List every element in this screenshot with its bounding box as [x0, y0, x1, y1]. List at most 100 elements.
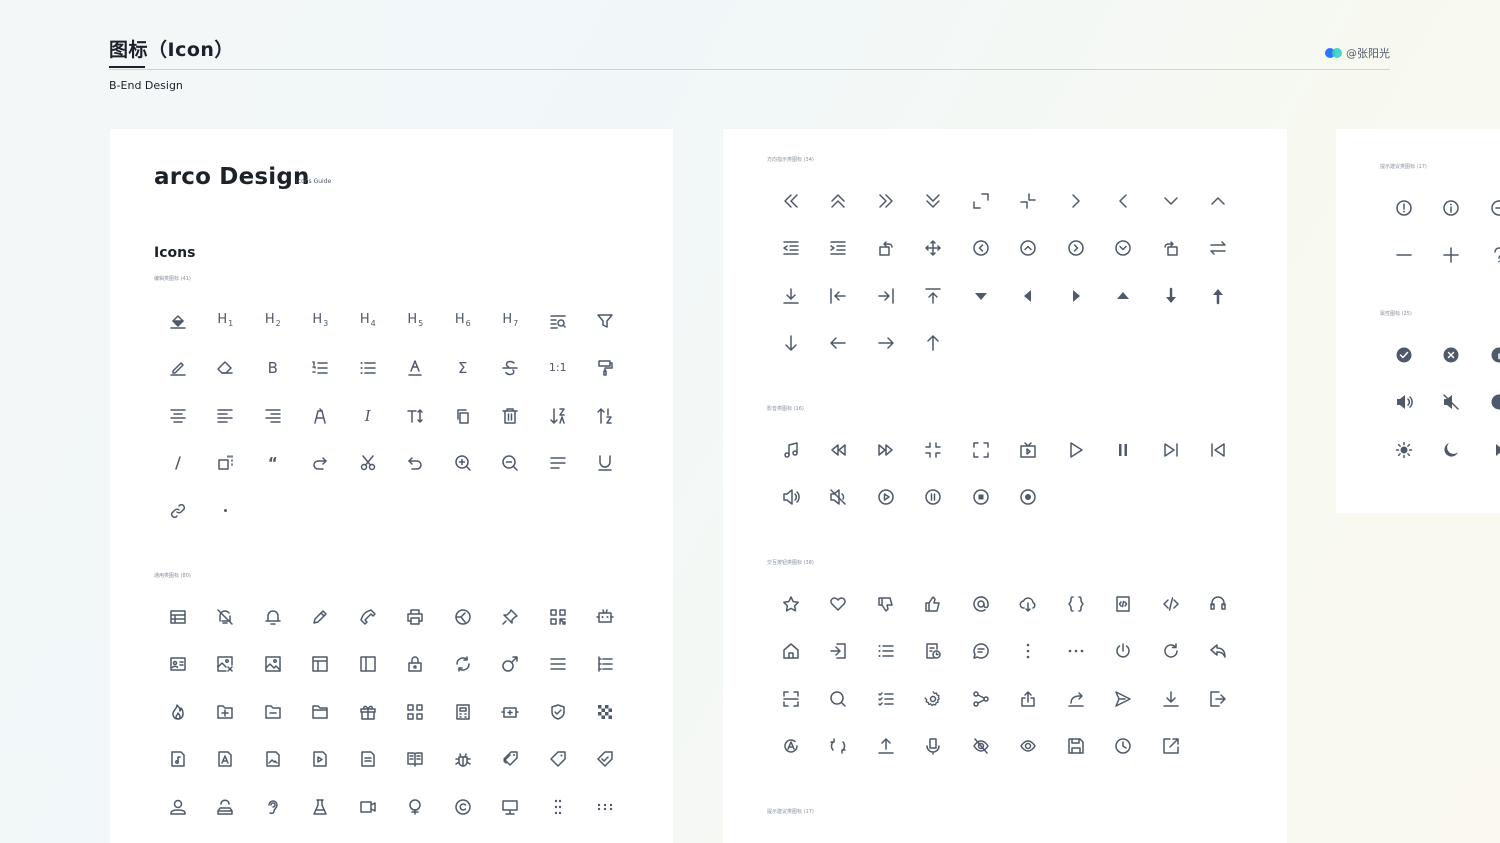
h2-icon[interactable]: H2 — [264, 312, 282, 330]
robot-add-icon[interactable] — [501, 703, 519, 721]
menu-unfold-icon[interactable] — [829, 239, 847, 257]
strikethrough-icon[interactable] — [501, 359, 519, 377]
lock-icon[interactable] — [406, 655, 424, 673]
message-icon[interactable] — [972, 642, 990, 660]
h5-icon[interactable]: H5 — [406, 312, 424, 330]
apps-icon[interactable] — [406, 703, 424, 721]
ear-icon[interactable] — [264, 798, 282, 816]
layout-icon[interactable] — [311, 655, 329, 673]
user-group-icon[interactable] — [216, 798, 234, 816]
home-icon[interactable] — [782, 642, 800, 660]
robot-icon[interactable] — [596, 608, 614, 626]
ordered-list-alt-icon[interactable] — [596, 655, 614, 673]
h4-icon[interactable]: H4 — [359, 312, 377, 330]
eye-invisible-icon[interactable] — [972, 737, 990, 755]
copyright-icon[interactable] — [454, 798, 472, 816]
oblique-line-icon[interactable] — [169, 454, 187, 472]
launch-icon[interactable] — [1162, 737, 1180, 755]
mute-fill-icon[interactable] — [1442, 393, 1460, 411]
folder-delete-icon[interactable] — [264, 703, 282, 721]
arrow-left-icon[interactable] — [829, 334, 847, 352]
underline-icon[interactable] — [596, 454, 614, 472]
eraser-icon[interactable] — [216, 359, 234, 377]
stop-circle-icon[interactable] — [972, 488, 990, 506]
sort-ascending-icon[interactable] — [549, 407, 567, 425]
code-square-icon[interactable] — [1114, 595, 1132, 613]
down-circle-icon[interactable] — [1114, 239, 1132, 257]
right-circle-icon[interactable] — [1067, 239, 1085, 257]
caret-left-icon[interactable] — [1019, 287, 1037, 305]
play-circle-icon[interactable] — [877, 488, 895, 506]
select-all-icon[interactable] — [877, 690, 895, 708]
cloud-download-icon[interactable] — [1019, 595, 1037, 613]
play-arrow-icon[interactable] — [1067, 441, 1085, 459]
to-right-icon[interactable] — [877, 287, 895, 305]
to-top-icon[interactable] — [924, 287, 942, 305]
woman-icon[interactable] — [406, 798, 424, 816]
folder-add-icon[interactable] — [216, 703, 234, 721]
arrow-fall-icon[interactable] — [1162, 287, 1180, 305]
menu-fold-icon[interactable] — [782, 239, 800, 257]
formula-icon[interactable]: Σ — [454, 359, 472, 377]
sound-icon[interactable] — [782, 488, 800, 506]
paragraph-icon[interactable] — [549, 454, 567, 472]
menu-icon[interactable] — [549, 655, 567, 673]
drag-dot-icon[interactable] — [596, 798, 614, 816]
plus-icon[interactable] — [1442, 246, 1460, 264]
calculator-icon[interactable] — [454, 703, 472, 721]
align-left-icon[interactable] — [216, 407, 234, 425]
tag-check-icon[interactable] — [596, 750, 614, 768]
quote-icon[interactable]: “ — [264, 454, 282, 472]
voice-icon[interactable] — [924, 737, 942, 755]
file-image-icon[interactable] — [264, 750, 282, 768]
experiment-icon[interactable] — [311, 798, 329, 816]
drag-arrow-icon[interactable] — [924, 239, 942, 257]
h1-icon[interactable]: H1 — [216, 312, 234, 330]
delete-icon[interactable] — [501, 407, 519, 425]
down-icon[interactable] — [1162, 192, 1180, 210]
pen-icon[interactable] — [311, 608, 329, 626]
unordered-list-icon[interactable] — [359, 359, 377, 377]
link-icon[interactable] — [169, 502, 187, 520]
safe-shield-icon[interactable] — [549, 703, 567, 721]
file-video-icon[interactable] — [311, 750, 329, 768]
phone-icon[interactable] — [359, 608, 377, 626]
edit-icon[interactable] — [169, 359, 187, 377]
pushpin-icon[interactable] — [501, 608, 519, 626]
caret-up-icon[interactable] — [1114, 287, 1132, 305]
double-left-icon[interactable] — [782, 192, 800, 210]
export-icon[interactable] — [1209, 690, 1227, 708]
fullscreen-icon[interactable] — [972, 441, 990, 459]
safe-icon[interactable] — [454, 608, 472, 626]
scale-icon[interactable] — [216, 454, 234, 472]
sun-fill-icon[interactable] — [1395, 441, 1413, 459]
left-circle-icon[interactable] — [972, 239, 990, 257]
brush-icon[interactable] — [596, 359, 614, 377]
question-icon[interactable] — [1490, 246, 1500, 264]
qrcode-icon[interactable] — [549, 608, 567, 626]
man-icon[interactable] — [501, 655, 519, 673]
font-colors-icon[interactable] — [406, 359, 424, 377]
to-bottom-icon[interactable] — [782, 287, 800, 305]
caret-right-fill-icon[interactable] — [1490, 441, 1500, 459]
history-icon[interactable] — [924, 642, 942, 660]
code-block-icon[interactable] — [1067, 595, 1085, 613]
music-icon[interactable] — [782, 441, 800, 459]
download-icon[interactable] — [1162, 690, 1180, 708]
share-alt-icon[interactable] — [1019, 690, 1037, 708]
video-camera-icon[interactable] — [359, 798, 377, 816]
drag-dot-vertical-icon[interactable] — [549, 798, 567, 816]
thumb-up-icon[interactable] — [924, 595, 942, 613]
user-icon[interactable] — [169, 798, 187, 816]
file-audio-icon[interactable] — [169, 750, 187, 768]
bug-icon[interactable] — [454, 750, 472, 768]
record-icon[interactable] — [1019, 488, 1037, 506]
h3-icon[interactable]: H3 — [311, 312, 329, 330]
exclamation-circle-icon[interactable] — [1395, 199, 1413, 217]
forward-icon[interactable] — [877, 441, 895, 459]
fullscreen-exit-icon[interactable] — [924, 441, 942, 459]
list-icon[interactable] — [877, 642, 895, 660]
eye-icon[interactable] — [1019, 737, 1037, 755]
rotate-left-icon[interactable] — [877, 239, 895, 257]
heart-icon[interactable] — [829, 595, 847, 613]
